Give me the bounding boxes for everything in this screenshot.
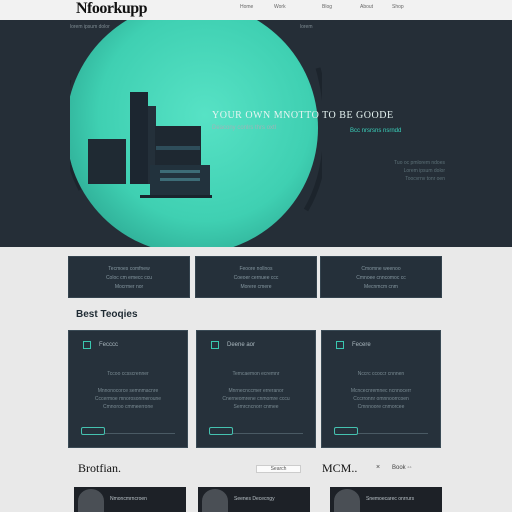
nav-item-blog[interactable]: Blog xyxy=(322,4,332,10)
divider xyxy=(358,433,428,434)
card-line: Mnrnecnccmer erreranor xyxy=(228,388,284,394)
hero-subtitle-accent[interactable]: Bcc nrsrsns nsrndd xyxy=(350,128,401,134)
feature-line: Cmnoee cnncomoc cc xyxy=(356,275,406,281)
avatar xyxy=(202,489,228,512)
square-icon xyxy=(211,341,219,349)
hero-subtitle: Deacony conlrs thrs oxtl xyxy=(212,125,277,131)
bottom-nav-link[interactable]: Book ◦◦ xyxy=(392,465,412,471)
bottom-section-subtitle: MCM.. xyxy=(322,461,358,475)
feature-line: Coeoer cernuee ccc xyxy=(233,275,279,281)
card-button[interactable] xyxy=(209,427,233,435)
card-title: Deene aor xyxy=(227,342,256,348)
card-button[interactable] xyxy=(81,427,105,435)
service-card[interactable]: Fecere Nccrc ccoccr cnnnen Mcncecnremnec… xyxy=(321,330,441,448)
feature-box[interactable]: Tecmoes comfnew Coloc cm emecc ccu Mocrm… xyxy=(68,256,190,298)
feature-line: Tecmoes comfnew xyxy=(108,266,150,272)
card-line: Mnnonocorce semnmacnre xyxy=(97,388,159,394)
post-label: Seenes Dececngy xyxy=(234,496,275,502)
section-title: Best Teoqies xyxy=(76,309,138,320)
hero-illustration xyxy=(0,20,512,247)
post-label: Nmoncmrncroen xyxy=(110,496,147,502)
square-icon xyxy=(83,341,91,349)
search-input[interactable]: Search xyxy=(256,465,301,473)
hero-title: YOUR OWN MNOTTO TO BE GOODE xyxy=(212,110,394,121)
card-line: Cccrronnr omnnoorrcoen xyxy=(353,396,409,402)
card-line: Cccermoe mnorosonmeroune xyxy=(94,396,162,402)
card-line: Temcaemon ecremnr xyxy=(232,371,280,377)
card-line: Cmnoroo cmmeerrone xyxy=(102,404,154,410)
nav-item-shop[interactable]: Shop xyxy=(392,4,404,10)
card-line: Cmnnoore cnmorcee xyxy=(357,404,405,410)
blog-post-thumb[interactable]: Snemoecarec onrrurs xyxy=(330,487,442,512)
hero-banner: lorem ipsum dolor lorem lorem lorem lore… xyxy=(0,20,512,247)
card-line: Tccoo ccsscrenner xyxy=(107,371,149,377)
feature-line: Mocrmer nor xyxy=(114,284,144,290)
service-card[interactable]: Fecccc Tccoo ccsscrenner Mnnonocorce sem… xyxy=(68,330,188,448)
feature-line: Coloc cm emecc ccu xyxy=(105,275,153,281)
feature-line: Mecnmcm cnm xyxy=(364,284,398,290)
hero-side-line: Lorem ipsum dolor xyxy=(403,168,445,174)
service-card[interactable]: Deene aor Temcaemon ecremnr Mnrnecnccmer… xyxy=(196,330,316,448)
feature-box[interactable]: Cmomne weenoo Cmnoee cnncomoc cc Mecnmcm… xyxy=(320,256,442,298)
card-line: Semrcncnorr cnmee xyxy=(233,404,279,410)
divider xyxy=(233,433,303,434)
divider xyxy=(105,433,175,434)
card-button[interactable] xyxy=(334,427,358,435)
nav-item-home[interactable]: Home xyxy=(240,4,253,10)
feature-line: Cmomne weenoo xyxy=(361,266,401,272)
nav-item-about[interactable]: About xyxy=(360,4,373,10)
avatar xyxy=(78,489,104,512)
avatar xyxy=(334,489,360,512)
square-icon xyxy=(336,341,344,349)
card-line: Nccrc ccoccr cnnnen xyxy=(357,371,405,377)
blog-post-thumb[interactable]: Seenes Dececngy xyxy=(198,487,310,512)
hero-side-line: Tuo oc pmlorem ndoes xyxy=(394,160,445,166)
nav-item-work[interactable]: Work xyxy=(274,4,286,10)
feature-box[interactable]: Feoore nollnos Coeoer cernuee ccc Morere… xyxy=(195,256,317,298)
top-nav: Home Work Blog About Shop xyxy=(240,4,440,14)
post-label: Snemoecarec onrrurs xyxy=(366,496,415,502)
hero-side-line: Toocvrnv tonr oen xyxy=(405,176,445,182)
feature-line: Morere cmere xyxy=(240,284,272,290)
top-bar: Nfoorkupp Home Work Blog About Shop xyxy=(0,0,512,20)
card-line: Mcncecnremnec ncnnocerr xyxy=(350,388,412,394)
bottom-section-title: Brotfian. xyxy=(78,461,121,475)
close-icon[interactable]: × xyxy=(376,464,380,471)
site-logo[interactable]: Nfoorkupp xyxy=(76,0,148,18)
card-line: Cnerneomrene cnmomre cccu xyxy=(222,396,290,402)
card-title: Fecccc xyxy=(99,342,119,348)
blog-post-thumb[interactable]: Nmoncmrncroen xyxy=(74,487,186,512)
feature-line: Feoore nollnos xyxy=(239,266,273,272)
card-title: Fecere xyxy=(352,342,371,348)
